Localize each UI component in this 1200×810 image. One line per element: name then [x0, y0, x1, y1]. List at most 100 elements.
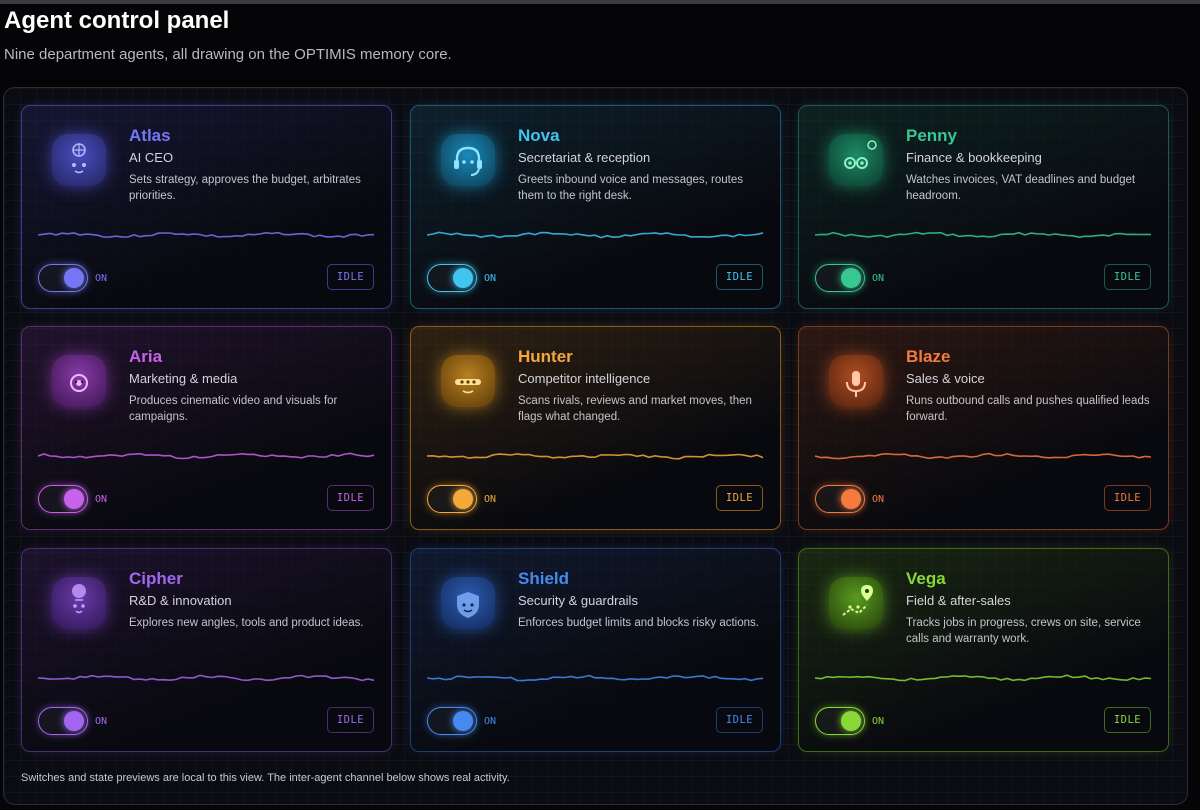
toggle-knob[interactable]	[453, 268, 473, 288]
agent-power-toggle[interactable]	[815, 485, 865, 513]
toggle-state-label: ON	[95, 273, 108, 284]
toggle-state-label: ON	[95, 716, 108, 727]
agent-description: Produces cinematic video and visuals for…	[129, 395, 338, 423]
page-subtitle: Nine department agents, all drawing on t…	[4, 46, 452, 63]
agent-state-badge: IDLE	[327, 485, 374, 511]
toggle-knob[interactable]	[64, 711, 84, 731]
agent-name: Penny	[906, 126, 958, 145]
page-title: Agent control panel	[4, 7, 230, 34]
lightbulb-icon	[72, 584, 86, 614]
agent-power-toggle[interactable]	[427, 485, 477, 513]
agent-state-badge: IDLE	[716, 485, 763, 511]
agent-description: Enforces budget limits and blocks risky …	[518, 617, 759, 629]
agent-role: Competitor intelligence	[518, 371, 651, 386]
agent-description: Tracks jobs in progress, crews on site, …	[906, 617, 1141, 645]
toggle-state-label: ON	[872, 716, 885, 727]
toggle-state-label: ON	[484, 494, 497, 505]
agent-role: R&D & innovation	[129, 593, 232, 608]
agent-name: Cipher	[129, 569, 183, 588]
headset-icon	[454, 146, 482, 176]
agent-avatar	[52, 134, 106, 186]
activity-waveform	[38, 231, 375, 238]
agent-state-badge: IDLE	[1104, 485, 1151, 511]
toggle-knob[interactable]	[453, 489, 473, 509]
agent-power-toggle[interactable]	[427, 264, 477, 292]
agent-name: Hunter	[518, 347, 573, 366]
toggle-knob[interactable]	[453, 711, 473, 731]
agent-state-badge: IDLE	[1104, 707, 1151, 733]
agent-description: Explores new angles, tools and product i…	[129, 617, 364, 629]
toggle-state-label: ON	[872, 494, 885, 505]
agent-role: AI CEO	[129, 150, 174, 165]
agent-avatar	[441, 134, 495, 186]
toggle-state-label: ON	[484, 716, 497, 727]
agent-grid-panel: Atlas AI CEO Sets strategy, approves the b…	[3, 87, 1188, 805]
toggle-knob[interactable]	[841, 489, 861, 509]
activity-waveform	[427, 453, 764, 460]
camera-icon	[70, 374, 88, 392]
activity-waveform	[815, 452, 1152, 460]
agent-card-blaze: Blaze Sales & voice Runs outbound calls an…	[798, 326, 1169, 530]
map-pin-icon	[842, 585, 873, 616]
footer-note: Switches and state previews are local to…	[21, 772, 510, 784]
agent-description: Scans rivals, reviews and market moves, …	[518, 395, 752, 423]
toggle-state-label: ON	[872, 273, 885, 284]
activity-waveform	[38, 452, 375, 460]
agent-description: Runs outbound calls and pushes qualified…	[906, 395, 1150, 423]
agent-state-badge: IDLE	[327, 264, 374, 290]
toggle-knob[interactable]	[64, 268, 84, 288]
top-border	[0, 0, 1200, 4]
globe-face-icon	[72, 143, 86, 174]
agent-card-hunter: Hunter Competitor intelligence Scans rival…	[410, 326, 781, 530]
activity-waveform	[427, 231, 764, 239]
coins-icon	[844, 140, 877, 169]
agent-state-badge: IDLE	[1104, 264, 1151, 290]
agent-avatar	[829, 577, 883, 629]
toggle-knob[interactable]	[64, 489, 84, 509]
activity-waveform	[38, 674, 375, 682]
agent-power-toggle[interactable]	[815, 264, 865, 292]
agent-power-toggle[interactable]	[38, 264, 88, 292]
agent-card-atlas: Atlas AI CEO Sets strategy, approves the b…	[21, 105, 392, 309]
agent-power-toggle[interactable]	[38, 485, 88, 513]
agent-card-nova: Nova Secretariat & reception Greets inboun…	[410, 105, 781, 309]
agent-card-cipher: Cipher R&D & innovation Explores new angle…	[21, 548, 392, 752]
agent-avatar	[52, 355, 106, 407]
agent-role: Sales & voice	[906, 371, 985, 386]
agent-avatar	[829, 355, 883, 407]
agent-power-toggle[interactable]	[427, 707, 477, 735]
agent-name: Aria	[129, 347, 163, 366]
agent-description: Watches invoices, VAT deadlines and budg…	[906, 174, 1136, 202]
agent-power-toggle[interactable]	[815, 707, 865, 735]
activity-waveform	[815, 674, 1152, 682]
agent-card-shield: Shield Security & guardrails Enforces budg…	[410, 548, 781, 752]
agent-name: Nova	[518, 126, 560, 145]
visor-icon	[455, 379, 481, 394]
agent-state-badge: IDLE	[716, 264, 763, 290]
agent-role: Secretariat & reception	[518, 150, 651, 165]
agent-avatar	[52, 577, 106, 629]
toggle-state-label: ON	[95, 494, 108, 505]
agent-avatar	[829, 134, 883, 186]
agent-role: Marketing & media	[129, 371, 238, 386]
agent-description: Sets strategy, approves the budget, arbi…	[129, 174, 361, 202]
agent-power-toggle[interactable]	[38, 707, 88, 735]
agent-card-vega: Vega Field & after-sales Tracks jobs in pr…	[798, 548, 1169, 752]
agent-card-aria: Aria Marketing & media Produces cinematic …	[21, 326, 392, 530]
agent-description: Greets inbound voice and messages, route…	[518, 174, 744, 202]
agent-name: Vega	[906, 569, 946, 588]
agent-avatar	[441, 355, 495, 407]
agent-role: Field & after-sales	[906, 593, 1011, 608]
activity-waveform	[427, 674, 764, 682]
agent-state-badge: IDLE	[716, 707, 763, 733]
agent-name: Blaze	[906, 347, 951, 366]
toggle-knob[interactable]	[841, 268, 861, 288]
activity-waveform	[815, 231, 1152, 239]
agent-card-penny: Penny Finance & bookkeeping Watches invoic…	[798, 105, 1169, 309]
agent-role: Finance & bookkeeping	[906, 150, 1042, 165]
agent-name: Shield	[518, 569, 570, 588]
shield-icon	[457, 592, 479, 618]
toggle-state-label: ON	[484, 273, 497, 284]
microphone-icon	[846, 371, 866, 397]
toggle-knob[interactable]	[841, 711, 861, 731]
